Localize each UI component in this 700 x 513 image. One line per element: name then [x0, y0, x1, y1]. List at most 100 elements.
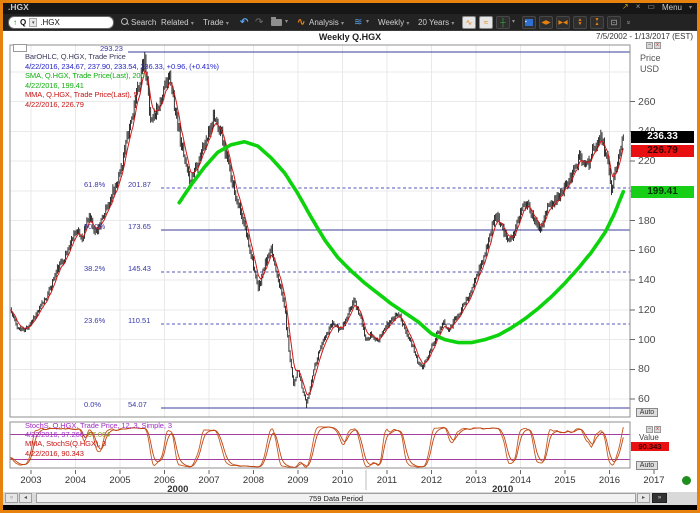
chart-date-range: 7/5/2002 - 1/13/2017 (EST) [596, 32, 693, 41]
year-label: 2011 [372, 475, 402, 486]
main-legend-line: SMA, Q.HGX, Trade Price(Last), 200 [25, 71, 219, 81]
close-panel-button[interactable]: x [654, 42, 661, 49]
sub-panel-controls: – x [646, 426, 661, 433]
open-folder-button[interactable] [271, 19, 282, 26]
symbol-input[interactable] [40, 18, 98, 27]
main-legend-text: 4/22/2016, 234.67, 237.90, 233.54, 236.3… [25, 62, 219, 71]
trade-menu[interactable]: Trade ▾ [203, 16, 229, 29]
popout-icon[interactable]: ↗ [622, 1, 629, 13]
frequency-select[interactable]: Weekly ▾ [378, 16, 409, 29]
stoch-legend: StochS, Q.HGX, Trade Price, 12, 3, Simpl… [25, 421, 172, 458]
price-tick-label: 60 [638, 393, 650, 405]
legend-key-box [13, 44, 27, 52]
main-legend-text: BarOHLC, Q.HGX, Trade Price [25, 52, 126, 61]
stoch-legend-text: 97.064 [88, 430, 110, 439]
price-tick-label: 120 [638, 304, 656, 316]
year-label: 2005 [105, 475, 135, 486]
stoch-legend-line: 4/22/2016, 97.266, 97.064 [25, 430, 172, 439]
symbol-class-dropdown[interactable]: ▾ [29, 18, 37, 27]
sub-close-panel-button[interactable]: x [654, 426, 661, 433]
main-legend-line: 4/22/2016, 199.41 [25, 81, 219, 91]
chart-edit-icon: ≈ [484, 18, 488, 27]
compress-horizontal-button[interactable]: ▶◀ [556, 16, 570, 29]
expand-horizontal-button[interactable]: ◀▶ [539, 16, 553, 29]
expand-vertical-button[interactable]: ▲▼ [573, 16, 587, 29]
fibonacci-price-label: 54.07 [128, 400, 147, 409]
sub-minimize-panel-button[interactable]: – [646, 426, 653, 433]
scroll-thumb[interactable]: 759 Data Period [36, 493, 636, 503]
redo-button[interactable]: ↷ [255, 16, 263, 29]
annotation-caret-icon[interactable]: ▾ [512, 16, 515, 29]
price-tick-label: 260 [638, 96, 656, 108]
hourglass-icon: ▼▲ [595, 19, 600, 26]
search-button[interactable]: Search [131, 16, 156, 29]
symbol-entry[interactable]: ↑ Q ▾ [8, 16, 114, 29]
compress-horizontal-icon: ▶◀ [558, 19, 567, 26]
price-tick-label: 180 [638, 215, 656, 227]
title-bar: .HGX ↗ × ▭ Menu ▾ [0, 0, 700, 14]
scroll-far-left-button[interactable]: « [5, 493, 18, 503]
stoch-legend-line: MMA, StochS(Q.HGX), 3 [25, 439, 172, 448]
fibonacci-price-label: 173.65 [128, 222, 151, 231]
stoch-legend-text: MMA, StochS(Q.HGX), 3 [25, 439, 106, 448]
folder-caret-icon[interactable]: ▾ [285, 16, 288, 29]
price-axis-auto-button[interactable]: Auto [636, 408, 658, 417]
zoom-region-button[interactable]: ⊡ [607, 16, 621, 29]
year-label: 2012 [417, 475, 447, 486]
undo-button[interactable]: ↶ [240, 16, 248, 29]
symbol-class-label: Q [20, 18, 26, 27]
scroll-right-button[interactable]: ▸ [637, 493, 650, 503]
year-label: 2017 [639, 475, 669, 486]
chart-type-button[interactable]: ∿ [462, 16, 476, 29]
main-legend-text: 4/22/2016, 199.41 [25, 81, 84, 90]
chart-settings-button[interactable]: ≈ [479, 16, 493, 29]
time-scrollbar: « ◂ 759 Data Period ▸ » [0, 492, 700, 505]
range-select[interactable]: 20 Years ▾ [418, 16, 454, 29]
price-axis-unit: USD [640, 64, 659, 74]
menu-button[interactable]: Menu [662, 3, 682, 12]
panel-layout-button[interactable]: ▪ [522, 16, 536, 29]
main-legend-line: 4/22/2016, 234.67, 237.90, 233.54, 236.3… [25, 62, 219, 72]
price-badge: 226.79 [631, 145, 694, 157]
year-label: 2010 [328, 475, 358, 486]
bottom-strip [0, 505, 700, 513]
toolbar: ↑ Q ▾ Search Related ▾ Trade ▾ ↶ ↷ ▾ ∿ A… [0, 14, 700, 31]
mma5-line [10, 71, 623, 395]
minimize-panel-button[interactable]: – [646, 42, 653, 49]
zoom-box-icon: ⊡ [611, 18, 618, 27]
more-tools-button[interactable]: » [621, 21, 634, 25]
annotation-tool-button[interactable]: ┼ [496, 16, 510, 29]
scroll-left-button[interactable]: ◂ [19, 493, 32, 503]
analysis-menu[interactable]: Analysis ▾ [309, 16, 344, 29]
chart-title: Weekly Q.HGX [0, 32, 700, 42]
fibonacci-pct-label: 38.2% [84, 264, 105, 273]
year-label: 2007 [194, 475, 224, 486]
fibonacci-price-label: 110.51 [128, 316, 150, 325]
compare-waves-icon[interactable]: ≋ [354, 16, 362, 29]
window-icon[interactable]: ▭ [647, 1, 655, 13]
time-interval-button[interactable]: ▼▲ [590, 16, 604, 29]
chart-line-icon: ∿ [466, 18, 473, 27]
analysis-wave-icon: ∿ [297, 16, 305, 29]
year-label: 2004 [61, 475, 91, 486]
trade-caret-icon: ▾ [226, 21, 229, 27]
compare-caret-icon[interactable]: ▾ [366, 16, 369, 29]
price-axis-title: Price [640, 53, 661, 63]
fibonacci-price-label: 293.23 [100, 44, 123, 53]
sma200-line [179, 142, 623, 343]
related-menu[interactable]: Related ▾ [161, 16, 194, 29]
value-axis-auto-button[interactable]: Auto [636, 461, 658, 470]
scroll-far-right-button[interactable]: » [652, 493, 667, 503]
expand-horizontal-icon: ◀▶ [541, 19, 550, 26]
fibonacci-pct-label: 50.0% [84, 222, 105, 231]
fibonacci-price-label: 145.43 [128, 264, 151, 273]
direction-up-icon: ↑ [13, 18, 17, 27]
stoch-legend-line: StochS, Q.HGX, Trade Price, 12, 3, Simpl… [25, 421, 172, 430]
close-icon[interactable]: × [636, 1, 641, 13]
expand-vertical-icon: ▲▼ [578, 19, 583, 26]
analysis-caret-icon: ▾ [341, 21, 344, 27]
main-legend-line: 4/22/2016, 226.79 [25, 100, 219, 110]
menu-caret-icon: ▾ [689, 4, 692, 11]
year-label: 2003 [16, 475, 46, 486]
search-icon [121, 18, 128, 25]
